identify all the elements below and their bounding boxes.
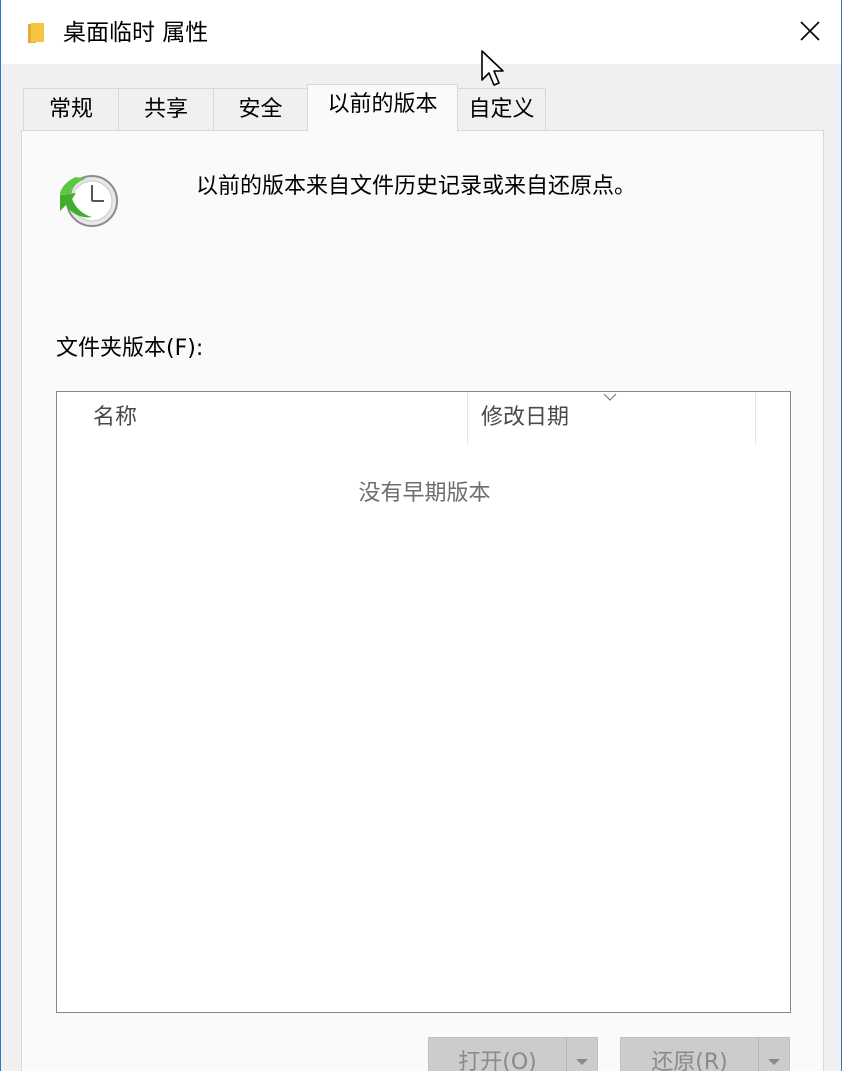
tab-previous-versions[interactable]: 以前的版本: [307, 84, 458, 132]
tab-security[interactable]: 安全: [213, 88, 308, 130]
folder-icon: [28, 23, 44, 43]
mouse-cursor-icon: [481, 50, 504, 86]
properties-window: 桌面临时 属性 常规 共享 安全 以前的版本 自定义 以前的版本来自文件历史记录…: [0, 0, 842, 1071]
column-divider[interactable]: [755, 392, 756, 444]
column-divider[interactable]: [467, 392, 468, 444]
close-button[interactable]: [787, 8, 833, 54]
open-button-label[interactable]: 打开(O): [429, 1038, 566, 1071]
chevron-down-icon: [576, 1059, 588, 1065]
tab-customize[interactable]: 自定义: [457, 88, 546, 130]
sort-indicator-icon: [603, 393, 617, 401]
tab-general[interactable]: 常规: [23, 88, 119, 130]
folder-versions-label: 文件夹版本(F):: [56, 336, 204, 361]
window-title: 桌面临时 属性: [63, 20, 209, 46]
column-header-name[interactable]: 名称: [93, 402, 137, 434]
restore-button[interactable]: 还原(R): [620, 1037, 790, 1071]
tab-strip: 常规 共享 安全 以前的版本 自定义: [23, 84, 823, 132]
empty-list-message: 没有早期版本: [358, 481, 491, 506]
restore-dropdown-arrow[interactable]: [758, 1038, 789, 1071]
column-header-modified-date[interactable]: 修改日期: [481, 402, 569, 434]
open-dropdown-arrow[interactable]: [566, 1038, 597, 1071]
list-header: 名称 修改日期: [57, 392, 790, 444]
restore-button-label[interactable]: 还原(R): [621, 1038, 758, 1071]
previous-versions-panel: 以前的版本来自文件历史记录或来自还原点。 文件夹版本(F): 名称 修改日期 没…: [21, 130, 824, 1071]
open-button[interactable]: 打开(O): [428, 1037, 598, 1071]
restore-clock-icon: [60, 175, 118, 227]
close-icon: [800, 21, 820, 41]
panel-description: 以前的版本来自文件历史记录或来自还原点。: [196, 174, 637, 199]
versions-list[interactable]: 名称 修改日期 没有早期版本: [56, 391, 791, 1013]
tab-sharing[interactable]: 共享: [118, 88, 214, 130]
chevron-down-icon: [768, 1059, 780, 1065]
title-bar: 桌面临时 属性: [1, 0, 841, 64]
